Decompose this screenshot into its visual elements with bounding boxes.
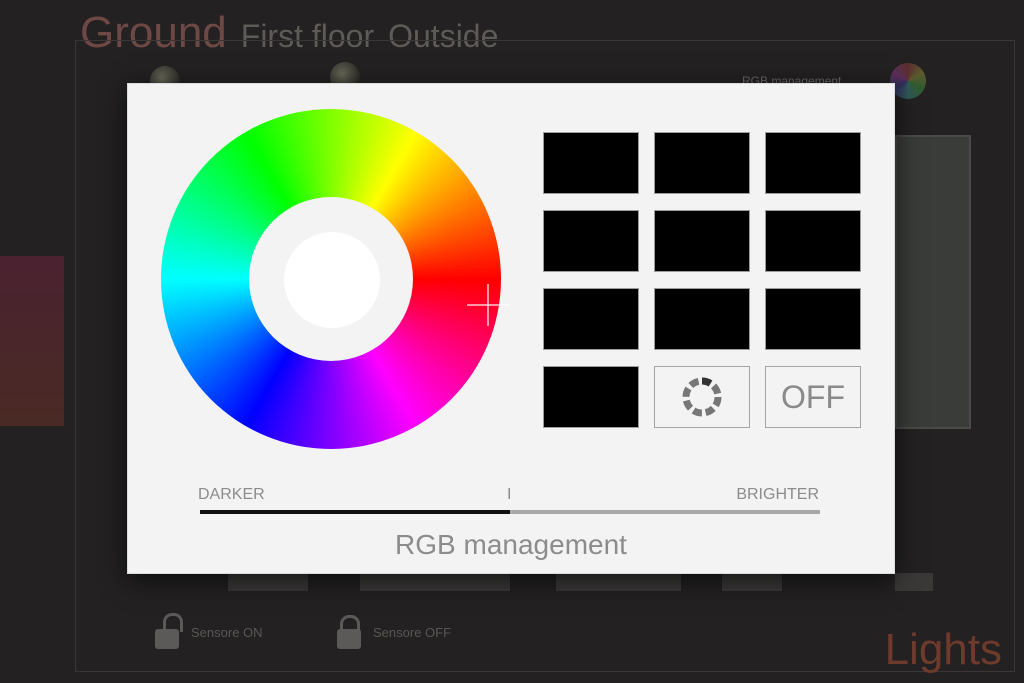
color-preset-swatch[interactable] <box>543 288 639 350</box>
brighter-label: BRIGHTER <box>736 486 819 503</box>
rgb-wheel-icon[interactable] <box>890 63 926 99</box>
room-color-strip <box>0 256 64 426</box>
off-button[interactable]: OFF <box>765 366 861 428</box>
color-preset-swatch[interactable] <box>543 366 639 428</box>
window-panel <box>895 135 971 429</box>
lights-section-label: Lights <box>884 625 1002 674</box>
floor-base <box>360 573 510 591</box>
dialog-title: RGB management <box>395 529 627 560</box>
locked-padlock-icon <box>337 615 361 649</box>
brightness-slider[interactable] <box>200 510 820 514</box>
floor-base <box>556 573 681 591</box>
selected-color-preview <box>284 232 380 328</box>
cycle-ring-icon <box>682 377 722 417</box>
sensor-on-control[interactable]: Sensore ON <box>155 613 263 649</box>
brightness-slider-fill <box>200 510 510 514</box>
brightness-midpoint-label: I <box>507 486 512 503</box>
sensor-off-label: Sensore OFF <box>373 624 452 640</box>
rgb-management-dialog: OFF DARKER I BRIGHTER RGB management <box>128 84 894 573</box>
off-button-label: OFF <box>781 378 845 415</box>
color-preset-swatch[interactable] <box>543 210 639 272</box>
color-preset-swatch[interactable] <box>654 210 750 272</box>
color-preset-swatch[interactable] <box>543 132 639 194</box>
color-preset-swatch[interactable] <box>765 210 861 272</box>
floor-base <box>228 573 308 591</box>
color-preset-swatch[interactable] <box>654 288 750 350</box>
crosshair-icon[interactable] <box>467 284 509 326</box>
sensor-on-label: Sensore ON <box>191 624 263 640</box>
floor-base <box>722 573 782 591</box>
screen: Ground First floor Outside RGB managemen… <box>0 0 1024 683</box>
color-preset-grid: OFF <box>543 132 862 428</box>
sensor-off-control[interactable]: Sensore OFF <box>337 615 451 649</box>
unlocked-padlock-icon <box>155 613 183 649</box>
darker-label: DARKER <box>198 486 265 503</box>
color-preset-swatch[interactable] <box>765 288 861 350</box>
floor-base <box>895 573 933 591</box>
color-cycle-button[interactable] <box>654 366 750 428</box>
color-preset-swatch[interactable] <box>654 132 750 194</box>
color-preset-swatch[interactable] <box>765 132 861 194</box>
